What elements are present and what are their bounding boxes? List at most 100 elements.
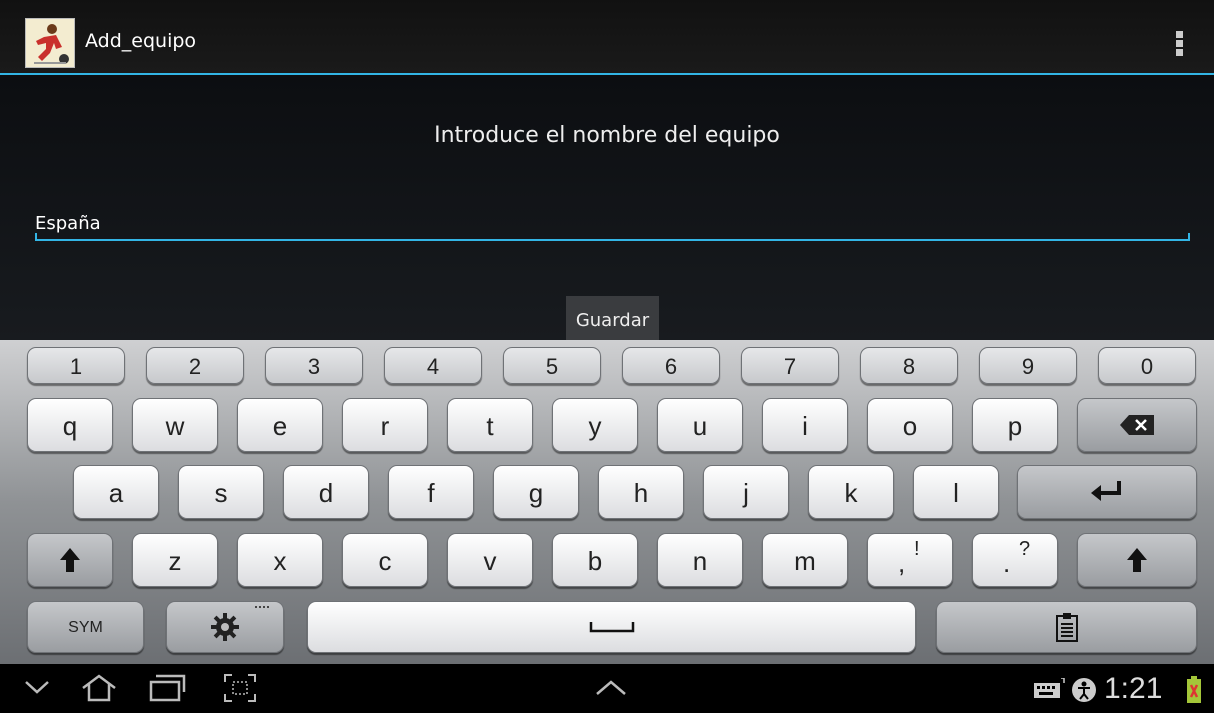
key-i-label: i <box>802 411 808 441</box>
key-5[interactable]: 5 <box>503 347 601 384</box>
key-c[interactable]: c <box>342 533 428 587</box>
key-period-main: . <box>1003 548 1011 578</box>
key-1[interactable]: 1 <box>27 347 125 384</box>
key-s[interactable]: s <box>178 465 264 519</box>
home-icon[interactable] <box>80 672 118 704</box>
key-w[interactable]: w <box>132 398 218 452</box>
key-d-label: d <box>318 478 334 508</box>
key-m-label: m <box>794 546 816 576</box>
key-i[interactable]: i <box>762 398 848 452</box>
key-h-label: h <box>633 478 649 508</box>
key-0-label: 0 <box>1140 354 1154 379</box>
backspace-icon <box>1078 399 1196 451</box>
shift-key-left[interactable] <box>27 533 113 587</box>
key-y[interactable]: y <box>552 398 638 452</box>
key-8[interactable]: 8 <box>860 347 958 384</box>
key-6-label: 6 <box>664 354 678 379</box>
key-v-label: v <box>483 546 497 576</box>
team-name-input[interactable]: España <box>35 205 1190 241</box>
key-x-label: x <box>273 546 287 576</box>
space-icon <box>308 602 915 652</box>
key-n-label: n <box>692 546 708 576</box>
team-name-value: España <box>35 213 101 234</box>
key-z-label: z <box>168 546 182 576</box>
save-button[interactable]: Guardar <box>566 296 659 340</box>
key-s-label: s <box>214 478 228 508</box>
battery-icon <box>1187 676 1201 703</box>
key-q-label: q <box>62 411 78 441</box>
shift-key-right[interactable] <box>1077 533 1197 587</box>
key-d[interactable]: d <box>283 465 369 519</box>
key-g[interactable]: g <box>493 465 579 519</box>
accessibility-icon <box>1072 678 1096 702</box>
soft-keyboard: 1 2 3 4 5 6 7 8 9 0 q w e r t y u i o p a s d f g h j k l z x c v b n m,!.?… <box>0 340 1214 664</box>
key-e[interactable]: e <box>237 398 323 452</box>
chevron-up-icon[interactable] <box>592 672 630 704</box>
sym-key[interactable]: SYM <box>27 601 144 653</box>
key-1-label: 1 <box>69 354 83 379</box>
screenshot-icon[interactable] <box>222 672 258 704</box>
key-comma-main: , <box>898 548 906 578</box>
app-title: Add_equipo <box>85 30 197 52</box>
key-r[interactable]: r <box>342 398 428 452</box>
key-y-label: y <box>588 411 602 441</box>
key-v[interactable]: v <box>447 533 533 587</box>
key-period-alt: ? <box>1019 538 1031 560</box>
key-q[interactable]: q <box>27 398 113 452</box>
key-n[interactable]: n <box>657 533 743 587</box>
key-g-label: g <box>528 478 544 508</box>
key-l[interactable]: l <box>913 465 999 519</box>
app-icon[interactable] <box>25 18 75 68</box>
key-a[interactable]: a <box>73 465 159 519</box>
key-p-label: p <box>1007 411 1023 441</box>
key-f-label: f <box>427 478 435 508</box>
key-f[interactable]: f <box>388 465 474 519</box>
key-comma[interactable]: ,! <box>867 533 953 587</box>
backspace-key[interactable] <box>1077 398 1197 452</box>
clock: 1:21 <box>1104 672 1163 705</box>
key-e-label: e <box>272 411 288 441</box>
prompt-label: Introduce el nombre del equipo <box>434 123 780 148</box>
system-bar: 1:21 <box>0 664 1214 713</box>
key-z[interactable]: z <box>132 533 218 587</box>
key-8-label: 8 <box>902 354 916 379</box>
shift-icon <box>28 534 112 586</box>
settings-key[interactable] <box>166 601 284 653</box>
clipboard-key[interactable] <box>936 601 1197 653</box>
key-period[interactable]: .? <box>972 533 1058 587</box>
key-k-label: k <box>844 478 858 508</box>
key-4[interactable]: 4 <box>384 347 482 384</box>
keyboard-status-icon <box>1034 678 1065 698</box>
key-t-label: t <box>486 411 494 441</box>
recents-icon[interactable] <box>148 672 188 704</box>
enter-key[interactable] <box>1017 465 1197 519</box>
key-p[interactable]: p <box>972 398 1058 452</box>
key-7[interactable]: 7 <box>741 347 839 384</box>
content-area: Introduce el nombre del equipo España Gu… <box>0 75 1214 340</box>
key-2-label: 2 <box>188 354 202 379</box>
key-6[interactable]: 6 <box>622 347 720 384</box>
key-m[interactable]: m <box>762 533 848 587</box>
enter-icon <box>1018 466 1196 518</box>
key-k[interactable]: k <box>808 465 894 519</box>
key-3[interactable]: 3 <box>265 347 363 384</box>
key-2[interactable]: 2 <box>146 347 244 384</box>
back-icon[interactable] <box>22 672 52 702</box>
key-comma-alt: ! <box>914 538 920 560</box>
key-x[interactable]: x <box>237 533 323 587</box>
key-t[interactable]: t <box>447 398 533 452</box>
more-dots-icon <box>255 606 269 611</box>
key-u-label: u <box>692 411 708 441</box>
overflow-menu-icon[interactable] <box>1172 30 1186 60</box>
key-u[interactable]: u <box>657 398 743 452</box>
space-key[interactable] <box>307 601 916 653</box>
key-b[interactable]: b <box>552 533 638 587</box>
key-w-label: w <box>165 411 185 441</box>
key-j[interactable]: j <box>703 465 789 519</box>
key-9[interactable]: 9 <box>979 347 1077 384</box>
key-h[interactable]: h <box>598 465 684 519</box>
key-9-label: 9 <box>1021 354 1035 379</box>
key-0[interactable]: 0 <box>1098 347 1196 384</box>
key-o[interactable]: o <box>867 398 953 452</box>
key-o-label: o <box>902 411 918 441</box>
